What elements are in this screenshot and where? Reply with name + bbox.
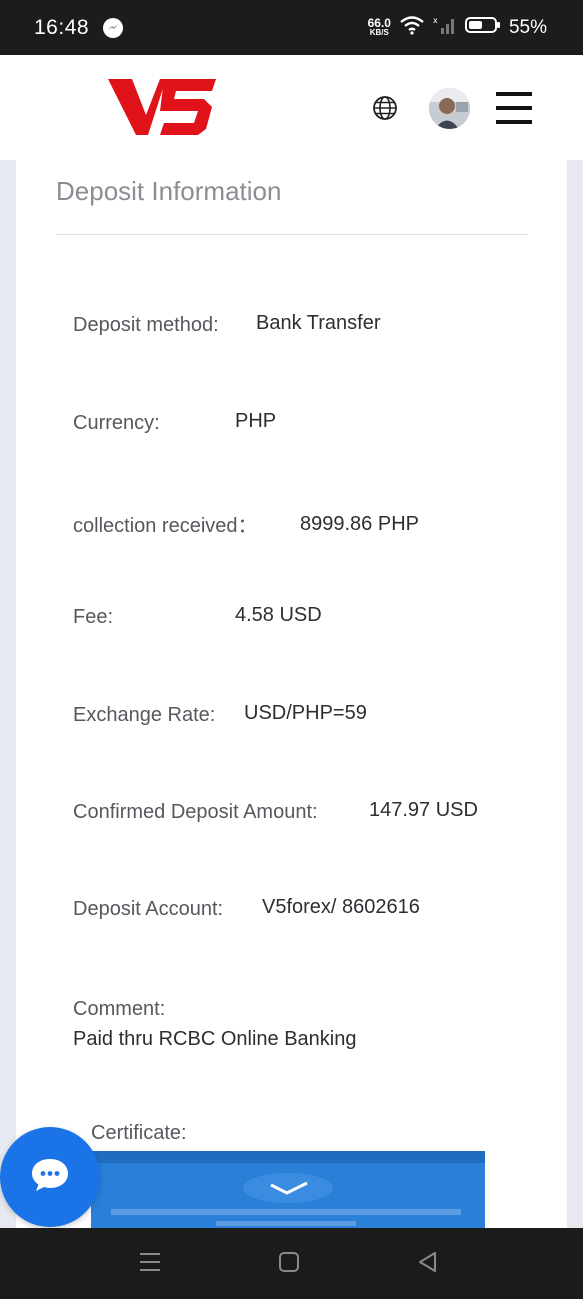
field-collection-received: collection received： 8999.86 PHP [73,509,419,538]
net-speed-value: 66.0 [367,15,391,30]
globe-icon[interactable] [372,95,398,126]
check-icon [241,1171,335,1210]
field-fee: Fee: 4.58 USD [73,604,322,629]
hamburger-menu-icon[interactable] [496,90,532,126]
chat-bubble-icon [30,1157,70,1198]
field-label: Deposit Account: [73,898,224,920]
certificate-text-line [111,1209,461,1215]
title-divider [56,234,528,235]
field-value: Bank Transfer [256,312,381,334]
field-exchange-rate: Exchange Rate: USD/PHP=59 [73,702,367,727]
field-label: Confirmed Deposit Amount: [73,801,318,823]
field-value: PHP [235,410,277,432]
field-value: 8999.86 PHP [300,513,419,535]
field-value: USD/PHP=59 [244,702,367,724]
status-right: 66.0 KB/S x 55% [368,15,547,40]
avatar[interactable] [429,88,470,129]
status-time: 16:48 [34,15,90,39]
certificate-label: Certificate: [91,1122,187,1144]
field-value: V5forex/ 8602616 [262,896,420,918]
status-bar: 16:48 66.0 KB/S x 55% [0,0,583,55]
field-deposit-account: Deposit Account: V5forex/ 8602616 [73,896,420,921]
battery-icon [464,15,501,40]
field-label: Currency: [73,412,160,434]
net-speed-unit: KB/S [369,27,389,37]
certificate-image[interactable] [91,1151,485,1230]
svg-text:x: x [433,16,438,25]
v5-logo[interactable] [108,77,218,139]
certificate-image-statusbar [91,1151,485,1163]
back-icon[interactable] [416,1250,440,1279]
messenger-icon [103,17,124,38]
certificate-text-line [216,1221,356,1226]
signal-icon: x [433,15,457,40]
field-currency: Currency: PHP [73,410,277,435]
field-deposit-method: Deposit method: Bank Transfer [73,312,381,337]
comment-label: Comment: [73,998,166,1020]
field-label: Exchange Rate: [73,704,216,726]
system-nav-bar [0,1228,583,1299]
field-label: collection received： [73,515,258,537]
field-confirmed-deposit-amount: Confirmed Deposit Amount: 147.97 USD [73,799,478,824]
app-header [0,55,583,160]
comment-value: Paid thru RCBC Online Banking [73,1028,357,1050]
net-speed: 66.0 KB/S [367,15,391,37]
status-left: 16:48 [34,15,124,40]
field-label: Deposit method: [73,314,219,336]
field-value: 4.58 USD [235,604,322,626]
field-label: Fee: [73,606,114,628]
wifi-icon [399,15,425,40]
recent-apps-icon[interactable] [138,1250,162,1279]
home-icon[interactable] [277,1250,301,1279]
deposit-info-card: Deposit Information Deposit method: Bank… [16,160,567,1230]
section-title: Deposit Information [56,176,282,206]
screen: 16:48 66.0 KB/S x 55% Deposit Informatio… [0,0,583,1299]
field-value: 147.97 USD [369,799,478,821]
chat-button[interactable] [0,1127,100,1227]
battery-percent: 55% [508,16,547,38]
